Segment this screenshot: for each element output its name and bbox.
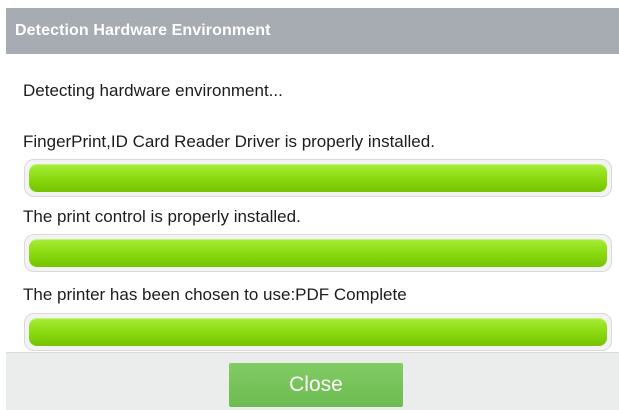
dialog-body: Detecting hardware environment... Finger…	[6, 54, 619, 352]
progress-bar-print-control	[24, 234, 612, 272]
check-message-printer: The printer has been chosen to use:PDF C…	[23, 285, 407, 304]
detection-dialog: Detection Hardware Environment Detecting…	[0, 0, 619, 410]
dialog-title-bar: Detection Hardware Environment	[6, 8, 619, 54]
progress-fill-print-control	[29, 239, 607, 267]
progress-fill-fingerprint	[29, 164, 607, 192]
dialog-footer: Close	[6, 352, 619, 410]
status-text: Detecting hardware environment...	[23, 81, 283, 100]
progress-bar-printer	[24, 313, 612, 351]
progress-fill-printer	[29, 318, 607, 346]
dialog-title: Detection Hardware Environment	[15, 22, 271, 39]
close-button[interactable]: Close	[229, 363, 403, 407]
check-message-print-control: The print control is properly installed.	[23, 207, 301, 226]
progress-bar-fingerprint	[24, 159, 612, 197]
check-message-fingerprint: FingerPrint,ID Card Reader Driver is pro…	[23, 132, 435, 151]
